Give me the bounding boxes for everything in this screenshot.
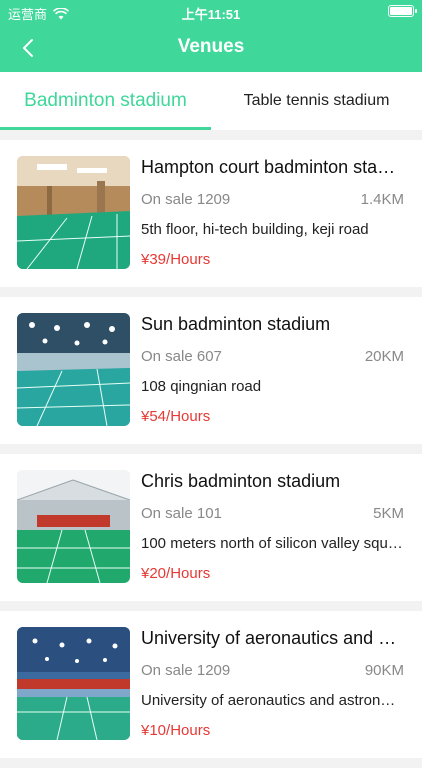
venue-price: ¥54/Hours	[141, 408, 211, 425]
venue-name: Hampton court badminton stadium	[141, 157, 403, 177]
tab-badminton[interactable]: Badminton stadium	[0, 72, 211, 130]
venue-price: ¥39/Hours	[141, 251, 211, 268]
venue-type-tabs: Badminton stadium Table tennis stadium	[0, 72, 422, 130]
venue-photo	[17, 470, 130, 583]
venue-card[interactable]: Sun badminton stadium On sale 607 20KM 1…	[0, 297, 422, 444]
venue-price: ¥20/Hours	[141, 565, 211, 582]
venue-distance: 1.4KM	[360, 191, 404, 208]
venue-address: University of aeronautics and astronauti…	[141, 692, 403, 709]
page-title: Venues	[177, 36, 245, 57]
venue-address: 100 meters north of silicon valley squar…	[141, 535, 403, 552]
venue-distance: 20KM	[364, 348, 404, 365]
venue-card[interactable]: Chris badminton stadium On sale 101 5KM …	[0, 454, 422, 601]
venue-sale-count: On sale 1209	[141, 662, 231, 679]
app-header: 运营商 上午11:51 Venues	[0, 0, 422, 72]
status-time: 上午11:51	[181, 7, 241, 22]
venue-price: ¥10/Hours	[141, 722, 211, 739]
venue-sale-count: On sale 101	[141, 505, 222, 522]
venue-photo	[17, 156, 130, 269]
venue-list: Hampton court badminton stadium On sale …	[0, 140, 422, 768]
venue-card[interactable]: University of aeronautics and astronauti…	[0, 611, 422, 758]
venue-name: Chris badminton stadium	[141, 471, 341, 491]
venue-photo	[17, 313, 130, 426]
venue-address: 108 qingnian road	[141, 378, 262, 395]
battery-icon	[388, 5, 417, 17]
venue-card[interactable]: Hampton court badminton stadium On sale …	[0, 140, 422, 287]
venue-distance: 5KM	[373, 505, 404, 522]
venue-sale-count: On sale 607	[141, 348, 222, 365]
venue-address: 5th floor, hi-tech building, keji road	[141, 221, 369, 238]
venue-photo	[17, 627, 130, 740]
venue-name: University of aeronautics and astronauti…	[141, 628, 403, 648]
active-tab-indicator	[0, 127, 211, 130]
venue-sale-count: On sale 1209	[141, 191, 231, 208]
venue-name: Sun badminton stadium	[141, 314, 331, 334]
status-bar: 运营商 上午11:51	[0, 0, 422, 24]
venue-distance: 90KM	[364, 662, 404, 679]
tab-table-tennis[interactable]: Table tennis stadium	[211, 72, 422, 130]
